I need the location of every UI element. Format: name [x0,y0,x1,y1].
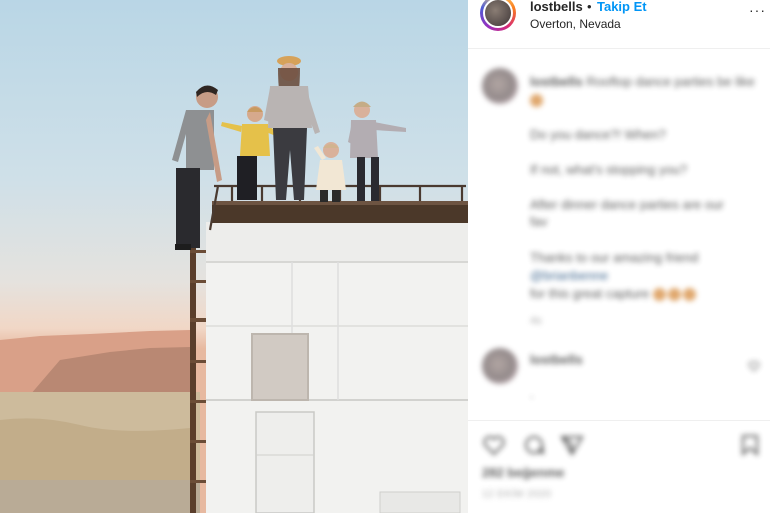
emoji-icon [682,288,696,302]
emoji-icon [530,94,543,108]
like-heart-icon[interactable] [482,433,506,457]
post-header: lostbells • Takip Et Overton, Nevada ··· [468,0,770,49]
caption-age: 4s [530,315,542,327]
caption-line: After dinner dance parties are our [530,197,724,212]
caption-line: Do you dance?! When? [530,127,666,142]
follow-button[interactable]: Takip Et [597,0,647,14]
caption-emoji-line [530,92,545,108]
username-link[interactable]: lostbells [530,0,583,14]
emoji-icon [652,288,666,302]
bookmark-icon[interactable] [738,433,762,457]
comment-bubble-icon[interactable] [522,433,546,457]
comment-username[interactable]: lostbells [530,352,583,367]
post-actions: 282 beğenme 12 EKİM 2020 [468,420,770,514]
post-side-panel: lostbells • Takip Et Overton, Nevada ···… [468,0,770,513]
comment-like-heart-icon[interactable] [748,360,760,372]
caption-line: If not, what's stopping you? [530,162,688,177]
caption-avatar[interactable] [482,68,518,104]
location-link[interactable]: Overton, Nevada [530,17,621,31]
profile-avatar[interactable] [480,0,516,31]
likes-count[interactable]: 282 beğenme [482,465,564,480]
caption-line: for this great capture [530,286,698,302]
caption-line: lostbells Rooftop dance parties be like [530,74,755,89]
caption-line: fav [530,214,548,229]
share-paper-plane-icon[interactable] [560,433,584,457]
more-options-icon[interactable]: ··· [749,2,766,18]
caption-text: for this great capture [530,286,650,301]
comment-avatar[interactable] [482,348,518,384]
mention-link[interactable]: @brianbenne [530,268,608,283]
separator-dot: • [587,0,592,14]
comment-text: . [530,386,534,401]
caption-line: Thanks to our amazing friend [530,250,699,265]
caption-username[interactable]: lostbells [530,74,583,89]
caption-text: Rooftop dance parties be like [586,74,755,89]
post-photo[interactable] [0,0,468,513]
emoji-icon [667,288,681,302]
photo-scene [0,56,468,513]
post-date: 12 EKİM 2020 [482,489,552,500]
